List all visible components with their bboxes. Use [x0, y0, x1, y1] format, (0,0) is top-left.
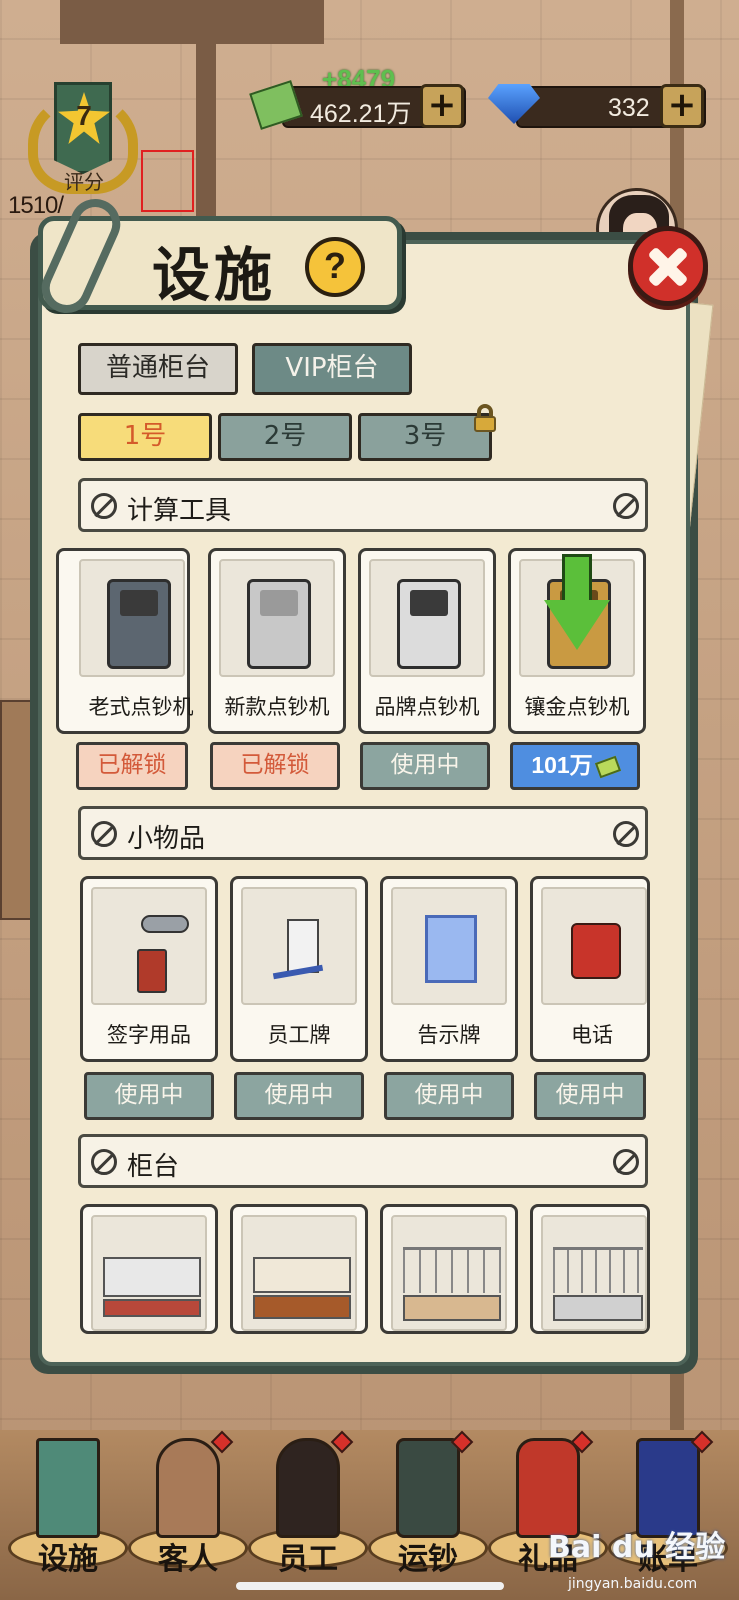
section-header-small-items[interactable]: 小物品: [78, 806, 648, 860]
tab-counter-3[interactable]: 3号: [358, 413, 492, 461]
counter-top-icon: [553, 1247, 643, 1293]
atm-icon: [36, 1438, 100, 1538]
section-title: 小物品: [127, 824, 206, 854]
item-card-counter-4[interactable]: [530, 1204, 650, 1334]
van-icon: [396, 1438, 460, 1538]
lock-icon: [474, 404, 496, 432]
item-name: 告示牌: [417, 1023, 481, 1047]
phone-icon: [571, 923, 621, 979]
arrow-down-icon: [544, 554, 610, 654]
status-in-use-button[interactable]: 使用中: [84, 1072, 214, 1120]
nav-label: 运钞: [398, 1542, 458, 1577]
nav-label: 客人: [158, 1542, 218, 1577]
counter-top-icon: [253, 1257, 351, 1293]
item-card-notice-board[interactable]: 告示牌: [380, 876, 518, 1062]
disabled-icon: [91, 493, 117, 519]
status-in-use-button[interactable]: 使用中: [384, 1072, 514, 1120]
money-counter-icon: [107, 579, 171, 669]
item-card-telephone[interactable]: 电话: [530, 876, 650, 1062]
badge-icon: [287, 919, 319, 973]
nav-item-staff[interactable]: 员工: [248, 1428, 368, 1578]
nav-item-facilities[interactable]: 设施: [8, 1428, 128, 1578]
buy-price-button[interactable]: 101万: [510, 742, 640, 790]
status-unlocked-button[interactable]: 已解锁: [76, 742, 188, 790]
money-counter-icon: [397, 579, 461, 669]
item-card-brand-counter[interactable]: 品牌点钞机: [358, 548, 496, 734]
section-header-tools[interactable]: 计算工具: [78, 478, 648, 532]
ceiling-beam: [60, 0, 324, 44]
disabled-icon: [613, 1149, 639, 1175]
item-name: 镶金点钞机: [524, 695, 630, 719]
item-name: 员工牌: [267, 1023, 331, 1047]
status-in-use-button[interactable]: 使用中: [534, 1072, 646, 1120]
status-unlocked-button[interactable]: 已解锁: [210, 742, 340, 790]
money-value: 462.21万: [310, 100, 412, 128]
item-name: 电话: [571, 1023, 613, 1047]
rating-level: 7: [76, 100, 92, 131]
disabled-icon: [613, 821, 639, 847]
item-name: 签字用品: [107, 1023, 191, 1047]
pen-icon: [141, 915, 189, 933]
disabled-icon: [91, 1149, 117, 1175]
gem-value: 332: [608, 94, 650, 122]
nav-item-customers[interactable]: 客人: [128, 1428, 248, 1578]
cash-icon: [594, 755, 621, 779]
scene-pillar: [196, 0, 216, 240]
staff-icon: [276, 1438, 340, 1538]
item-card-staff-badge[interactable]: 员工牌: [230, 876, 368, 1062]
nav-item-cash-transport[interactable]: 运钞: [368, 1428, 488, 1578]
item-card-counter-1[interactable]: [80, 1204, 218, 1334]
item-name: 老式点钞机: [88, 695, 194, 719]
item-name: 品牌点钞机: [374, 695, 480, 719]
nav-label: 员工: [278, 1542, 338, 1577]
tab-counter-2[interactable]: 2号: [218, 413, 352, 461]
status-in-use-button[interactable]: 使用中: [360, 742, 490, 790]
highlight-box: [141, 150, 194, 212]
stamp-icon: [137, 949, 167, 993]
item-card-counter-3[interactable]: [380, 1204, 518, 1334]
item-card-old-counter[interactable]: 老式点钞机: [56, 548, 194, 734]
baidu-watermark: Bai du 经验 jingyan.baidu.com: [548, 1530, 726, 1592]
money-counter-icon: [247, 579, 311, 669]
customer-icon: [156, 1438, 220, 1538]
close-button[interactable]: [628, 226, 708, 306]
item-card-new-counter[interactable]: 新款点钞机: [208, 548, 346, 734]
price-label: 101万: [531, 752, 593, 778]
add-gems-button[interactable]: +: [660, 84, 704, 128]
help-button[interactable]: ?: [305, 237, 365, 297]
counter-top-icon: [103, 1257, 201, 1297]
tab-counter-1[interactable]: 1号: [78, 413, 212, 461]
rating-label: 评分: [64, 170, 104, 194]
facilities-panel: [38, 240, 690, 1366]
counter-top-icon: [403, 1247, 501, 1293]
section-title: 计算工具: [127, 496, 232, 526]
item-name: 新款点钞机: [224, 695, 330, 719]
section-title: 柜台: [127, 1152, 180, 1182]
rating-badge[interactable]: 7 评分: [28, 82, 138, 200]
add-money-button[interactable]: +: [420, 84, 464, 128]
notice-icon: [425, 915, 477, 983]
item-card-counter-2[interactable]: [230, 1204, 368, 1334]
status-in-use-button[interactable]: 使用中: [234, 1072, 364, 1120]
disabled-icon: [91, 821, 117, 847]
nav-label: 设施: [38, 1542, 98, 1577]
item-card-signing-supplies[interactable]: 签字用品: [80, 876, 218, 1062]
home-indicator[interactable]: [236, 1582, 504, 1590]
disabled-icon: [613, 493, 639, 519]
tab-vip-counter[interactable]: VIP柜台: [252, 343, 412, 395]
page-title: 设施: [152, 241, 277, 309]
tab-normal-counter[interactable]: 普通柜台: [78, 343, 238, 395]
section-header-counter[interactable]: 柜台: [78, 1134, 648, 1188]
